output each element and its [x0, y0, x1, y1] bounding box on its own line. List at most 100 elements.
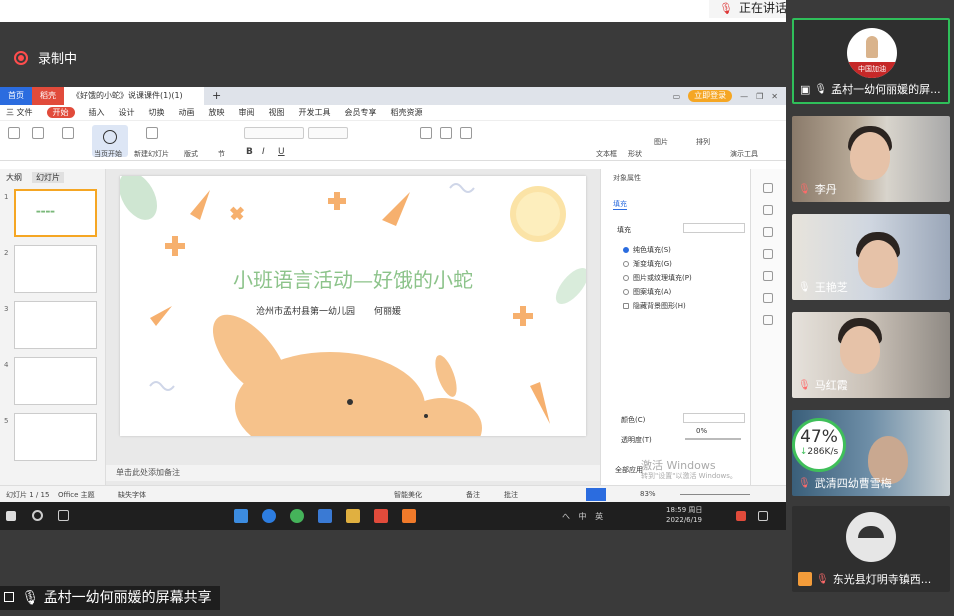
thumb-number: 4 — [4, 361, 9, 369]
minimize-icon[interactable]: — — [740, 92, 748, 101]
presentation-app-icon[interactable] — [402, 509, 416, 523]
slide-thumbnail[interactable] — [14, 301, 97, 349]
participant-tile[interactable]: 🎙 李丹 — [792, 116, 950, 202]
slide-editing-canvas: 小班语言活动—好饿的小蛇 沧州市孟村县第一幼儿园 何丽媛 单击此处添加备注 — [106, 169, 600, 487]
cut-icon[interactable] — [32, 127, 44, 139]
animation-icon[interactable] — [763, 227, 773, 237]
login-button[interactable]: 立即登录 — [688, 90, 733, 102]
tab-slides[interactable]: 幻灯片 — [32, 172, 64, 183]
color-select[interactable] — [683, 413, 745, 423]
new-tab-button[interactable]: + — [204, 87, 229, 105]
align-left-icon[interactable] — [420, 127, 432, 139]
folder-icon[interactable] — [346, 509, 360, 523]
tab-document[interactable]: 《好饿的小蛇》说课课件(1)(1) — [64, 87, 204, 105]
layout-icon[interactable]: ▭ — [673, 92, 681, 101]
start-icon[interactable] — [6, 511, 16, 521]
shape-label[interactable]: 形状 — [628, 149, 642, 159]
apply-all-button[interactable]: 全部应用 — [615, 465, 643, 475]
menu-animation[interactable]: 动画 — [179, 107, 195, 118]
help-icon[interactable] — [763, 315, 773, 325]
notes-area[interactable]: 单击此处添加备注 — [106, 465, 600, 481]
select-icon[interactable] — [763, 249, 773, 259]
menu-file[interactable]: 三 文件 — [6, 107, 33, 118]
properties-icon[interactable] — [763, 183, 773, 193]
close-icon[interactable]: ✕ — [771, 92, 778, 101]
align-center-icon[interactable] — [440, 127, 452, 139]
zoom-slider[interactable] — [680, 494, 750, 495]
notes-button[interactable]: 备注 — [466, 490, 480, 500]
bold-icon[interactable]: B — [246, 147, 253, 157]
participant-tile[interactable]: 🎙 东光县灯明寺镇西... — [792, 506, 950, 592]
format-icon[interactable] — [763, 293, 773, 303]
menu-start[interactable]: 开始 — [46, 107, 75, 118]
radio-pattern-fill[interactable]: 图案填充(A) — [623, 287, 671, 297]
participant-tile[interactable]: 🎙 马红霞 — [792, 312, 950, 398]
menu-insert[interactable]: 插入 — [89, 107, 105, 118]
missing-font-button[interactable]: 缺失字体 — [118, 490, 146, 500]
object-properties-pane: 对象属性 填充 填充 纯色填充(S) 渐变填充(G) 图片或纹理填充(P) 图案… — [600, 169, 750, 487]
radio-picture-fill[interactable]: 图片或纹理填充(P) — [623, 273, 692, 283]
notification-app-icon[interactable] — [736, 511, 746, 521]
search-icon[interactable] — [32, 510, 43, 521]
underline-icon[interactable]: U — [278, 147, 285, 157]
wps-app-icon[interactable] — [374, 509, 388, 523]
checkbox-hide-bg[interactable]: 隐藏背景图形(H) — [623, 301, 686, 311]
present-tools-label[interactable]: 演示工具 — [730, 149, 758, 159]
notification-center-icon[interactable] — [758, 511, 768, 521]
participant-tile[interactable]: 中国加油 ▣ 🎙 孟村一幼何丽媛的屏... — [792, 18, 950, 104]
menu-design[interactable]: 设计 — [119, 107, 135, 118]
menu-member[interactable]: 会员专享 — [345, 107, 377, 118]
font-size-select[interactable] — [308, 127, 348, 139]
radio-gradient-fill[interactable]: 渐变填充(G) — [623, 259, 672, 269]
network-speed-widget[interactable]: 47% ↓286K/s — [792, 418, 846, 472]
chat-app-icon[interactable] — [290, 509, 304, 523]
fill-type-select[interactable] — [683, 223, 745, 233]
layout-label[interactable]: 版式 — [184, 149, 198, 159]
transparency-slider[interactable] — [685, 438, 741, 440]
comment-button[interactable]: 批注 — [504, 490, 518, 500]
menu-developer[interactable]: 开发工具 — [299, 107, 331, 118]
format-painter-icon[interactable] — [62, 127, 74, 139]
menu-review[interactable]: 审阅 — [239, 107, 255, 118]
tab-docer[interactable]: 稻壳 — [32, 87, 64, 105]
mail-app-icon[interactable] — [234, 509, 248, 523]
slide-author[interactable]: 何丽媛 — [374, 304, 401, 317]
slide-thumbnail[interactable] — [14, 357, 97, 405]
radio-solid-fill[interactable]: 纯色填充(S) — [623, 245, 671, 255]
slide-thumbnail[interactable] — [14, 245, 97, 293]
current-slide[interactable]: 小班语言活动—好饿的小蛇 沧州市孟村县第一幼儿园 何丽媛 — [120, 176, 586, 436]
new-slide-icon[interactable] — [146, 127, 158, 139]
tab-outline[interactable]: 大纲 — [6, 172, 22, 183]
textbox-label[interactable]: 文本框 — [596, 149, 617, 159]
menu-view[interactable]: 视图 — [269, 107, 285, 118]
slide-title[interactable]: 小班语言活动—好饿的小蛇 — [120, 264, 586, 293]
section-label[interactable]: 节 — [218, 149, 225, 159]
arrange-label[interactable]: 排列 — [696, 137, 710, 147]
fill-section-label[interactable]: 填充 — [617, 225, 631, 235]
history-icon[interactable] — [763, 271, 773, 281]
menu-transition[interactable]: 切换 — [149, 107, 165, 118]
menu-slideshow[interactable]: 放映 — [209, 107, 225, 118]
slide-thumbnail[interactable] — [14, 413, 97, 461]
restore-icon[interactable]: ❐ — [756, 92, 763, 101]
font-name-select[interactable] — [244, 127, 304, 139]
tab-home[interactable]: 首页 — [0, 87, 32, 105]
italic-icon[interactable]: I — [262, 147, 265, 157]
settings-icon[interactable] — [763, 205, 773, 215]
menu-docer[interactable]: 稻壳资源 — [391, 107, 423, 118]
browser-app-icon[interactable] — [262, 509, 276, 523]
avatar-figure — [866, 36, 878, 58]
slide-subtitle[interactable]: 沧州市孟村县第一幼儿园 — [256, 304, 355, 317]
task-view-icon[interactable] — [58, 510, 69, 521]
align-right-icon[interactable] — [460, 127, 472, 139]
clock[interactable]: 18:59 周日 2022/6/19 — [666, 505, 702, 525]
paste-icon[interactable] — [8, 127, 20, 139]
beautify-button[interactable]: 智能美化 — [394, 490, 422, 500]
tab-fill[interactable]: 填充 — [613, 199, 627, 210]
meeting-app-icon[interactable] — [318, 509, 332, 523]
participant-tile[interactable]: 🎙 王艳芝 — [792, 214, 950, 300]
picture-label[interactable]: 图片 — [654, 137, 668, 147]
system-tray[interactable]: へ 中 英 — [562, 511, 606, 522]
slide-thumbnail[interactable]: ▬▬▬▬ — [14, 189, 97, 237]
slideshow-play-button[interactable] — [586, 488, 606, 501]
